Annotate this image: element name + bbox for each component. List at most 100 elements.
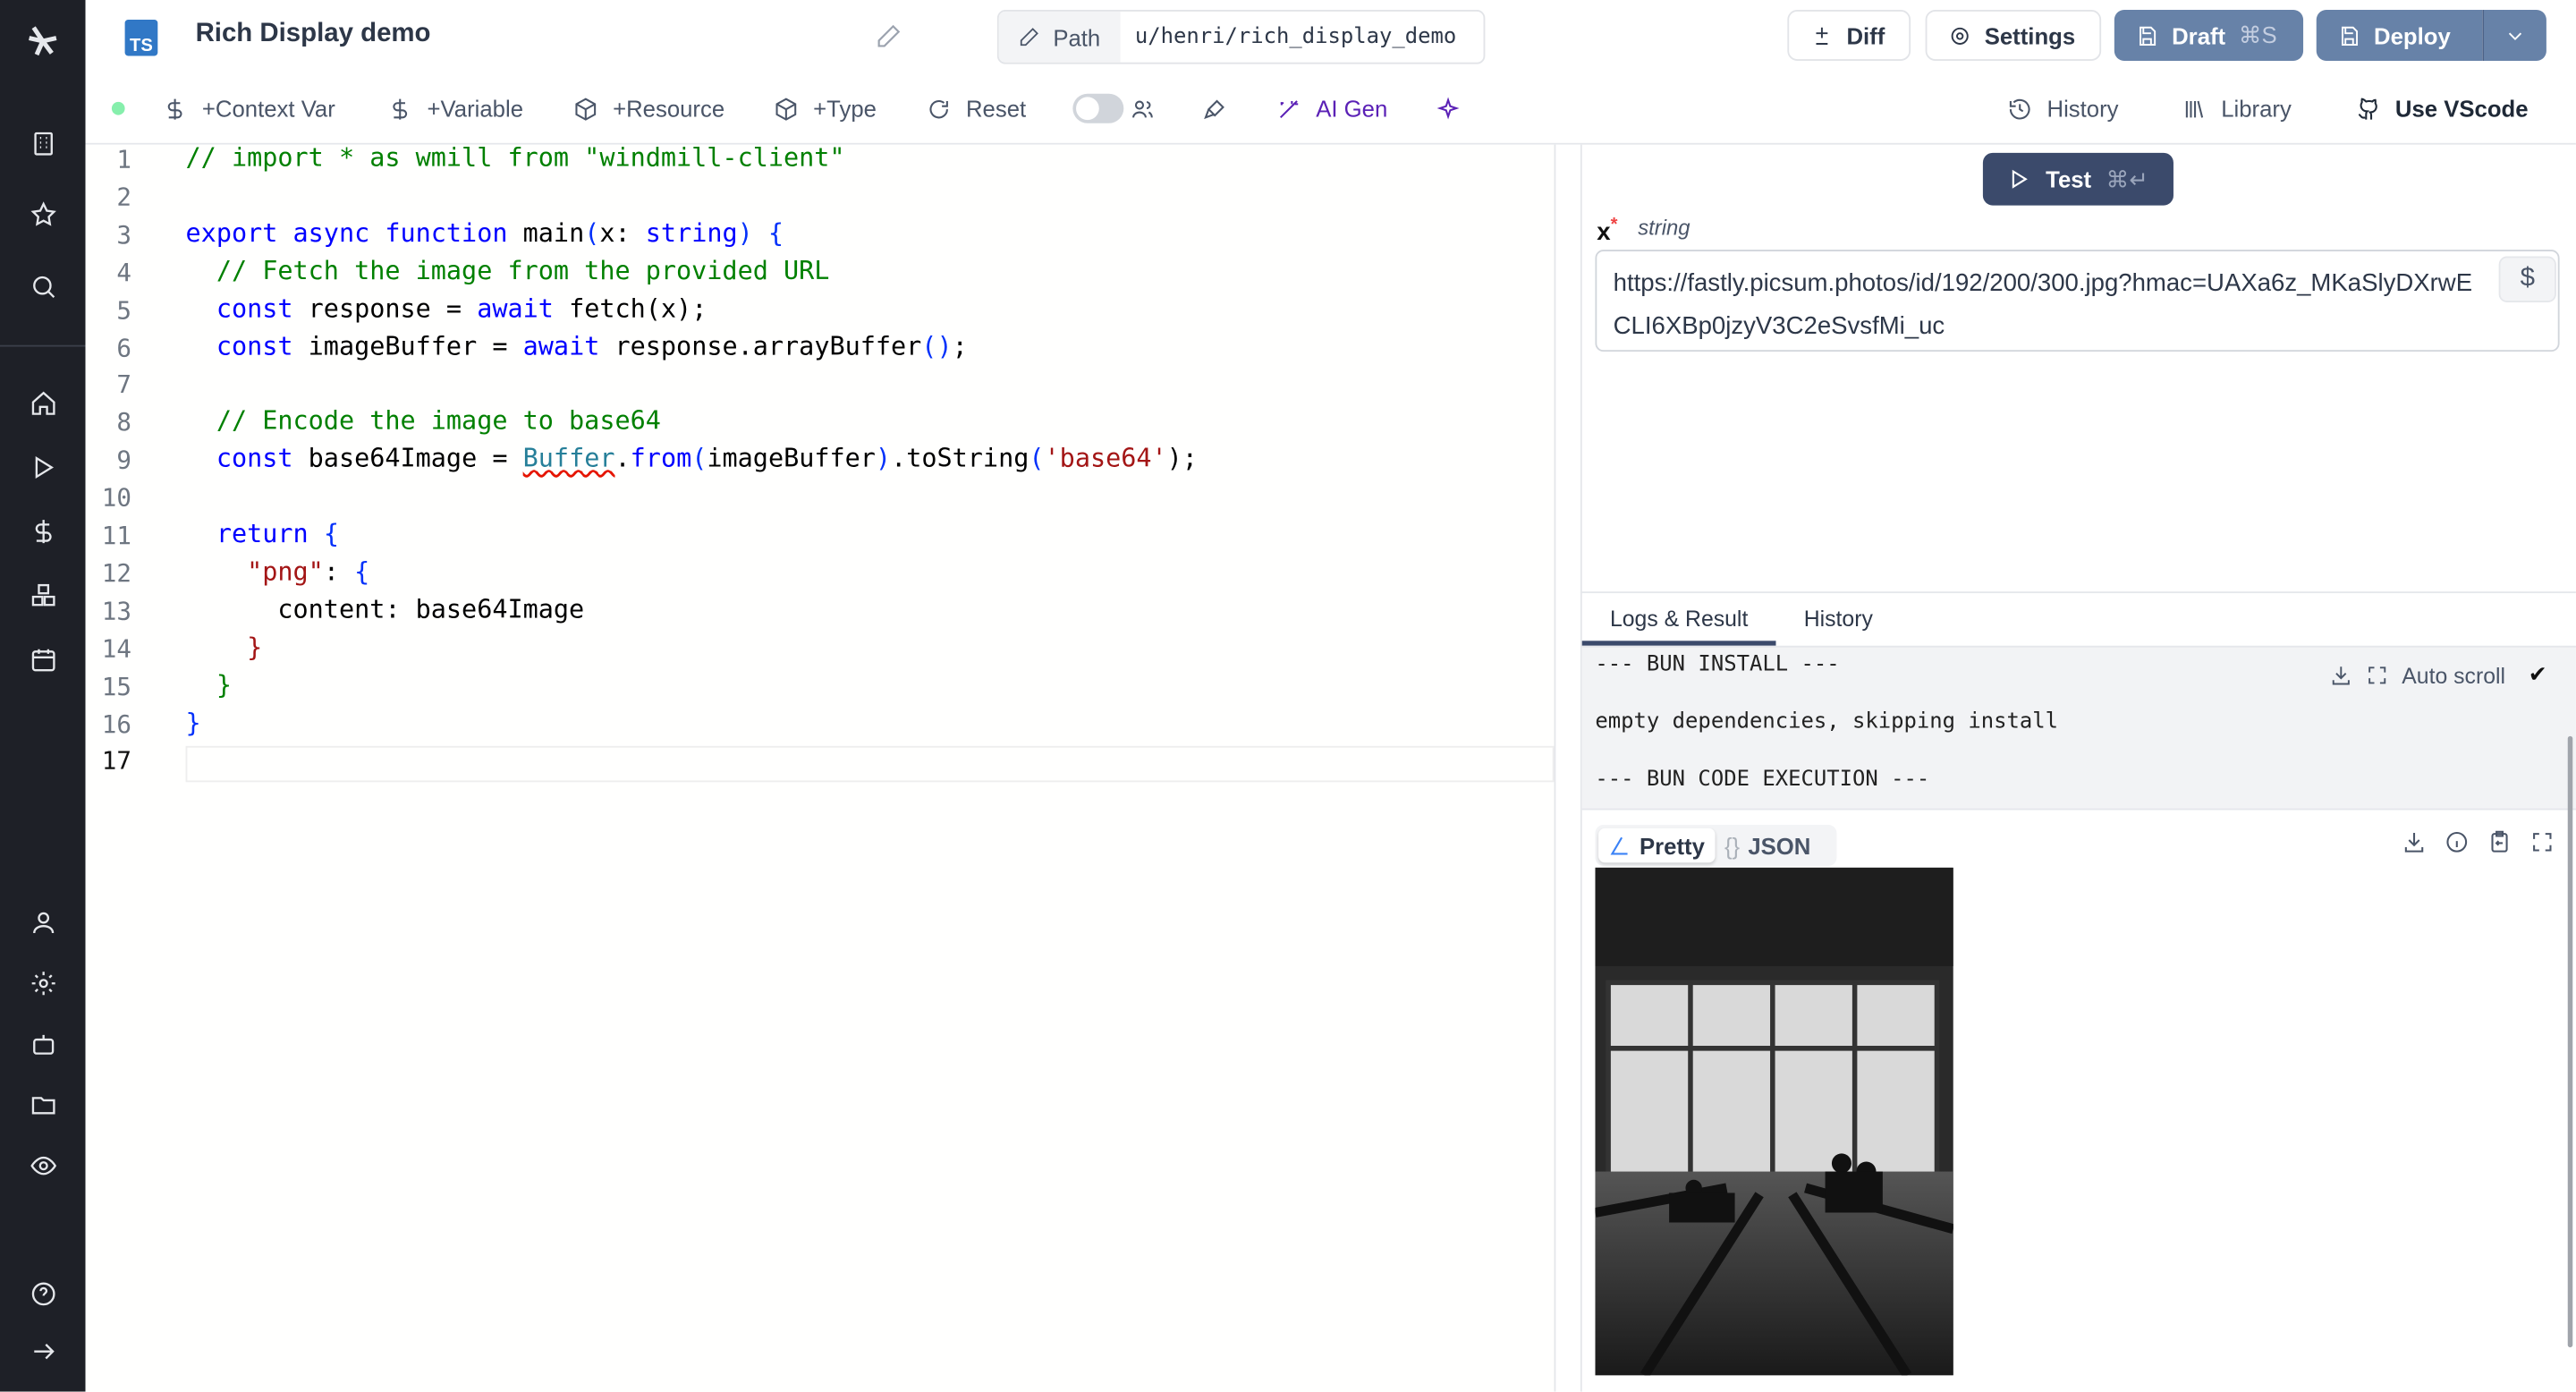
fullscreen-icon[interactable] <box>2530 830 2556 856</box>
multiplayer-toggle[interactable] <box>1072 93 1124 123</box>
auto-scroll-checkbox[interactable]: ✔ <box>2529 662 2547 688</box>
favorites-star-icon[interactable] <box>26 197 59 230</box>
result-scrollbar[interactable] <box>2567 735 2573 1348</box>
schedules-calendar-icon[interactable] <box>26 642 59 675</box>
add-resource-button[interactable]: +Resource <box>573 92 724 125</box>
download-result-icon[interactable] <box>2402 830 2428 856</box>
history-button[interactable]: History <box>2007 92 2119 125</box>
expand-icon[interactable] <box>2366 664 2389 687</box>
diff-button[interactable]: Diff <box>1787 10 1911 61</box>
code-token: () <box>921 331 953 361</box>
code-token: base64Image = <box>308 444 523 474</box>
ai-sparkles-button[interactable] <box>1436 92 1461 125</box>
code-token: // Fetch the image from the provided URL <box>185 255 830 286</box>
deploy-button[interactable]: Deploy <box>2316 10 2483 61</box>
toggle-knob <box>1076 97 1099 121</box>
edit-title-pencil-icon[interactable] <box>876 23 902 49</box>
code-line[interactable]: export async function main(x: string) { <box>186 218 784 248</box>
typescript-language-icon: TS <box>124 20 158 56</box>
code-token: const <box>185 293 309 324</box>
use-vscode-button[interactable]: Use VScode <box>2356 92 2529 125</box>
code-token: fetch(x); <box>569 293 708 324</box>
test-button[interactable]: Test ⌘↵ <box>1982 152 2174 206</box>
insert-variable-button[interactable]: $ <box>2498 256 2556 302</box>
line-number: 7 <box>116 369 131 401</box>
deploy-options-dropdown[interactable] <box>2482 10 2546 61</box>
code-line[interactable]: return { <box>186 519 339 548</box>
log-line: --- BUN INSTALL --- <box>1595 652 1840 677</box>
folders-icon[interactable] <box>26 1088 59 1121</box>
code-line[interactable]: const base64Image = Buffer.from(imageBuf… <box>186 444 1198 473</box>
code-token: response = <box>308 293 478 324</box>
search-icon[interactable] <box>26 269 59 302</box>
code-line[interactable]: content: base64Image <box>186 595 584 624</box>
pretty-view-button[interactable]: Pretty <box>1598 828 1715 863</box>
code-line[interactable]: const response = await fetch(x); <box>186 293 708 323</box>
code-line[interactable]: } <box>186 632 262 662</box>
format-brush-icon[interactable] <box>1202 92 1227 125</box>
code-token: ); <box>1166 444 1198 474</box>
draft-button[interactable]: Draft ⌘S <box>2114 10 2304 61</box>
library-button[interactable]: Library <box>2182 92 2292 125</box>
line-number: 8 <box>116 408 131 438</box>
help-icon[interactable] <box>26 1277 59 1310</box>
script-title[interactable]: Rich Display demo <box>196 20 431 49</box>
line-number: 2 <box>116 182 131 212</box>
code-line[interactable]: // Fetch the image from the provided URL <box>186 256 830 285</box>
line-number: 3 <box>116 219 131 250</box>
resources-boxes-icon[interactable] <box>26 579 59 612</box>
settings-gear-icon[interactable] <box>26 966 59 999</box>
code-line[interactable]: const imageBuffer = await response.array… <box>186 331 968 361</box>
code-token: // import * as wmill from "windmill-clie… <box>185 142 845 173</box>
status-dot <box>111 101 125 115</box>
code-token: string <box>645 217 738 248</box>
settings-button[interactable]: Settings <box>1925 10 2102 61</box>
github-icon <box>2358 97 2377 119</box>
panel-splitter[interactable] <box>1580 591 2576 594</box>
code-line[interactable]: } <box>186 708 201 737</box>
code-token: await <box>477 293 570 324</box>
code-token: imageBuffer = <box>308 331 523 361</box>
code-token: const <box>185 444 309 474</box>
expand-sidebar-arrow-icon[interactable] <box>26 1334 59 1367</box>
reset-button[interactable]: Reset <box>927 92 1026 125</box>
line-number: 17 <box>101 746 131 777</box>
clipboard-icon[interactable] <box>2487 830 2513 856</box>
runs-play-icon[interactable] <box>26 450 59 483</box>
windmill-logo-icon[interactable] <box>25 23 61 59</box>
path-input[interactable]: u/henri/rich_display_demo <box>1120 12 1456 63</box>
download-icon[interactable] <box>2329 664 2352 687</box>
add-type-button[interactable]: +Type <box>774 92 877 125</box>
dollar-icon <box>167 98 182 119</box>
add-context-var-button[interactable]: +Context Var <box>163 92 335 125</box>
path-label: Path <box>998 11 1121 63</box>
log-line: empty dependencies, skipping install <box>1595 709 2058 735</box>
line-number: 16 <box>101 709 131 739</box>
code-token: ( <box>584 217 600 248</box>
sidebar <box>0 0 86 1392</box>
dollar-icon <box>393 98 408 119</box>
code-line[interactable]: // import * as wmill from "windmill-clie… <box>186 143 845 173</box>
code-token: ( <box>1029 444 1045 474</box>
audit-eye-icon[interactable] <box>26 1149 59 1182</box>
variables-dollar-icon[interactable] <box>26 514 59 547</box>
ai-gen-button[interactable]: AI Gen <box>1276 92 1387 125</box>
code-token: { <box>323 519 339 549</box>
code-line[interactable]: // Encode the image to base64 <box>186 406 661 436</box>
code-line[interactable]: "png": { <box>186 556 369 586</box>
tab-history[interactable]: History <box>1804 607 1873 632</box>
editor-scrollbar[interactable] <box>1554 144 1582 1392</box>
arg-x-input[interactable]: https://fastly.picsum.photos/id/192/200/… <box>1595 250 2560 352</box>
info-icon[interactable] <box>2445 830 2470 856</box>
user-icon[interactable] <box>26 905 59 938</box>
home-icon[interactable] <box>26 386 59 420</box>
workspace-icon[interactable] <box>26 126 59 159</box>
result-image <box>1595 867 1953 1376</box>
code-token: from <box>630 444 692 474</box>
add-variable-button[interactable]: +Variable <box>387 92 523 125</box>
workers-bot-icon[interactable] <box>26 1027 59 1060</box>
json-view-button[interactable]: {} JSON <box>1715 828 1820 863</box>
code-line[interactable]: } <box>186 670 232 700</box>
tab-logs-result[interactable]: Logs & Result <box>1610 607 1748 632</box>
path-field[interactable]: Path u/henri/rich_display_demo <box>996 10 1486 64</box>
